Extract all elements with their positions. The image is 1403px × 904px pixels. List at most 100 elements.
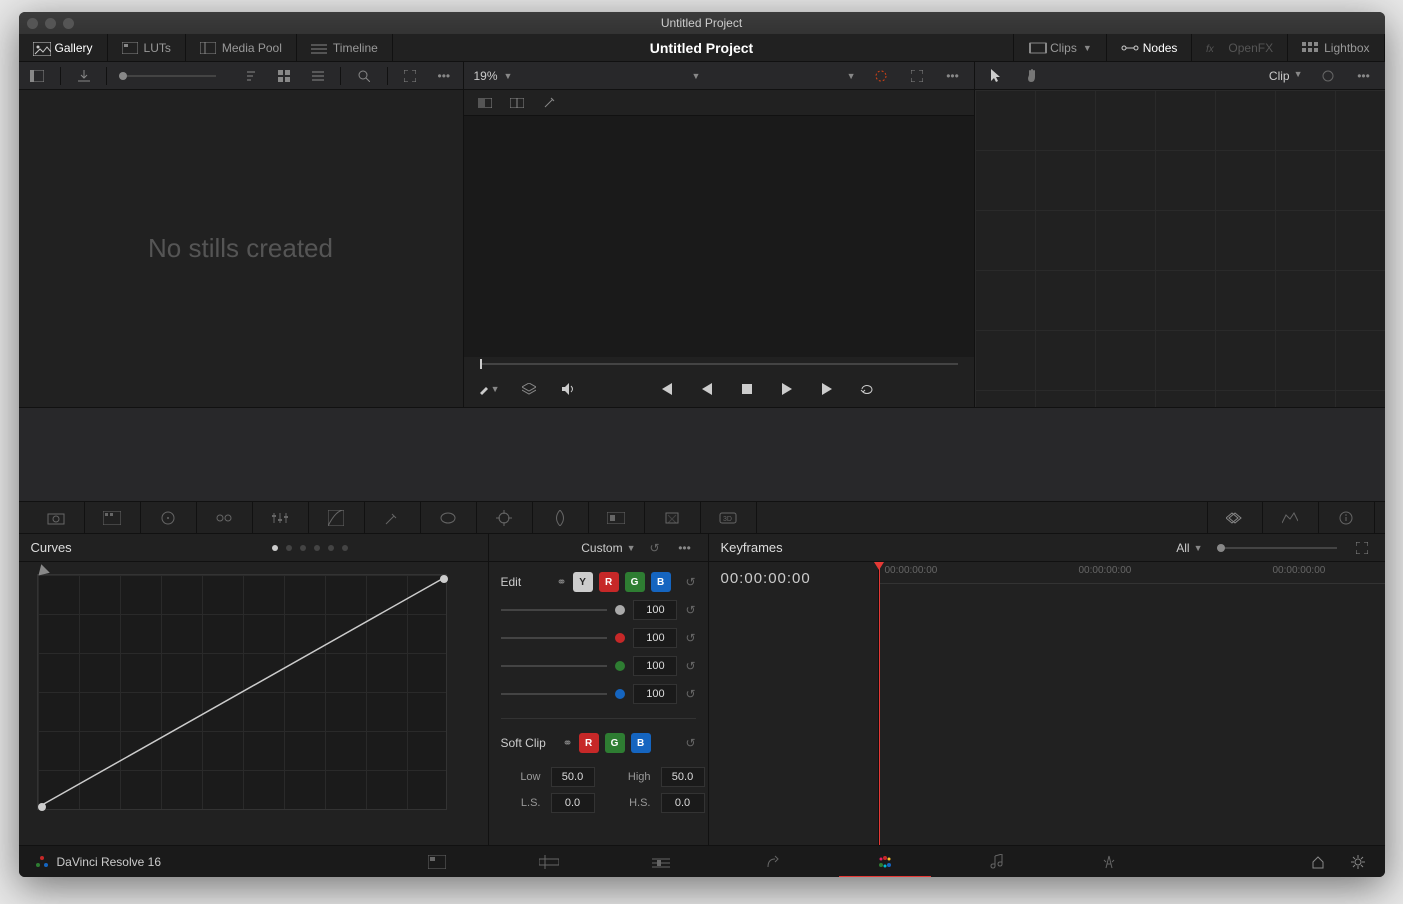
home-icon[interactable] [1307,851,1329,873]
viewer-scrub-bar[interactable] [464,357,974,371]
keyframe-palette-icon[interactable] [1207,502,1263,533]
media-page[interactable] [381,846,493,878]
traffic-minimize[interactable] [45,18,56,29]
softclip-reset-icon[interactable]: ↺ [685,736,695,750]
expand-icon[interactable] [400,65,421,87]
curve-editor[interactable] [37,574,447,810]
keyframes-filter-dropdown[interactable]: All▼ [1176,541,1202,555]
eyedropper-icon[interactable]: ▼ [478,378,500,400]
curve-more-icon[interactable]: ••• [674,537,696,559]
low-value[interactable]: 50.0 [551,767,595,787]
import-icon[interactable] [73,65,94,87]
green-reset-icon[interactable]: ↺ [685,659,695,673]
channel-b-button[interactable]: B [651,572,671,592]
scopes-icon[interactable] [1263,502,1319,533]
viewer-more-icon[interactable]: ••• [942,65,964,87]
blur-icon[interactable] [533,502,589,533]
loop-icon[interactable] [856,378,878,400]
curve-mode-dropdown[interactable]: Custom▼ [581,541,635,555]
stop-icon[interactable] [736,378,758,400]
wand-icon[interactable] [538,92,560,114]
playhead[interactable] [879,562,880,845]
channel-r-button[interactable]: R [599,572,619,592]
sizing-icon[interactable] [645,502,701,533]
channel-g-button[interactable]: G [625,572,645,592]
color-page[interactable] [829,846,941,878]
link-icon[interactable]: ⚭ [557,575,567,589]
last-frame-icon[interactable] [816,378,838,400]
softclip-g-button[interactable]: G [605,733,625,753]
rgb-mixer-icon[interactable] [253,502,309,533]
clips-tab[interactable]: Clips ▼ [1013,34,1107,61]
fairlight-page[interactable] [941,846,1053,878]
green-value[interactable]: 100 [633,656,677,676]
node-mode-dropdown[interactable]: Clip▼ [1269,69,1303,83]
curves-page-dots[interactable] [272,545,348,551]
reset-icon[interactable]: ↺ [644,537,666,559]
openfx-tab[interactable]: fx OpenFX [1192,34,1288,61]
blue-reset-icon[interactable]: ↺ [685,687,695,701]
curves-palette-icon[interactable] [309,502,365,533]
sidebar-toggle-icon[interactable] [27,65,48,87]
info-icon[interactable] [1319,502,1375,533]
mute-icon[interactable] [558,378,580,400]
zoom-dropdown[interactable]: 19% ▼ [474,69,513,83]
play-icon[interactable] [776,378,798,400]
list-view-icon[interactable] [307,65,328,87]
edit-reset-icon[interactable]: ↺ [685,575,695,589]
grid-view-icon[interactable] [274,65,295,87]
softclip-r-button[interactable]: R [579,733,599,753]
lum-slider[interactable] [501,609,608,611]
fusion-page[interactable] [717,846,829,878]
window-icon[interactable] [421,502,477,533]
sort-icon[interactable] [240,65,261,87]
settings-icon[interactable] [1347,851,1369,873]
color-match-icon[interactable] [85,502,141,533]
play-reverse-icon[interactable] [696,378,718,400]
wheels-icon[interactable] [141,502,197,533]
clips-strip[interactable] [19,408,1385,502]
curve-point-high[interactable] [440,575,448,583]
source-dropdown[interactable]: ▼ [560,71,700,81]
cut-page[interactable] [493,846,605,878]
first-frame-icon[interactable] [656,378,678,400]
softclip-link-icon[interactable]: ⚭ [563,736,573,750]
deliver-page[interactable] [1053,846,1165,878]
curve-point-low[interactable] [38,803,46,811]
viewer-canvas[interactable] [464,116,974,357]
channel-y-button[interactable]: Y [573,572,593,592]
lum-reset-icon[interactable]: ↺ [685,603,695,617]
arrow-tool-icon[interactable] [985,65,1007,87]
node-more-icon[interactable]: ••• [1353,65,1375,87]
image-wipe-icon[interactable] [474,92,496,114]
bypass-icon[interactable] [870,65,892,87]
qualifier-icon[interactable] [365,502,421,533]
keyframe-timeline[interactable]: 00:00:00:00 00:00:00:00 00:00:00:00 [879,562,1385,845]
red-value[interactable]: 100 [633,628,677,648]
green-slider[interactable] [501,665,608,667]
blue-slider[interactable] [501,693,608,695]
mediapool-tab[interactable]: Media Pool [186,34,297,61]
gallery-tab[interactable]: Gallery [19,34,108,61]
search-icon[interactable] [353,65,374,87]
traffic-zoom[interactable] [63,18,74,29]
traffic-close[interactable] [27,18,38,29]
node-reset-icon[interactable] [1317,65,1339,87]
camera-raw-icon[interactable] [29,502,85,533]
edit-page[interactable] [605,846,717,878]
3d-icon[interactable]: 3D [701,502,757,533]
timeline-tab[interactable]: Timeline [297,34,393,61]
kf-expand-icon[interactable] [1351,537,1373,559]
hand-tool-icon[interactable] [1021,65,1043,87]
keyframe-zoom-slider[interactable] [1217,547,1337,549]
high-value[interactable]: 50.0 [661,767,705,787]
luts-tab[interactable]: LUTs [108,34,186,61]
nodes-tab[interactable]: Nodes [1107,34,1193,61]
split-icon[interactable] [506,92,528,114]
nodes-graph[interactable] [975,90,1385,407]
lightbox-tab[interactable]: Lightbox [1288,34,1384,61]
lum-value[interactable]: 100 [633,600,677,620]
red-reset-icon[interactable]: ↺ [685,631,695,645]
hdr-icon[interactable] [197,502,253,533]
ls-value[interactable]: 0.0 [551,793,595,813]
